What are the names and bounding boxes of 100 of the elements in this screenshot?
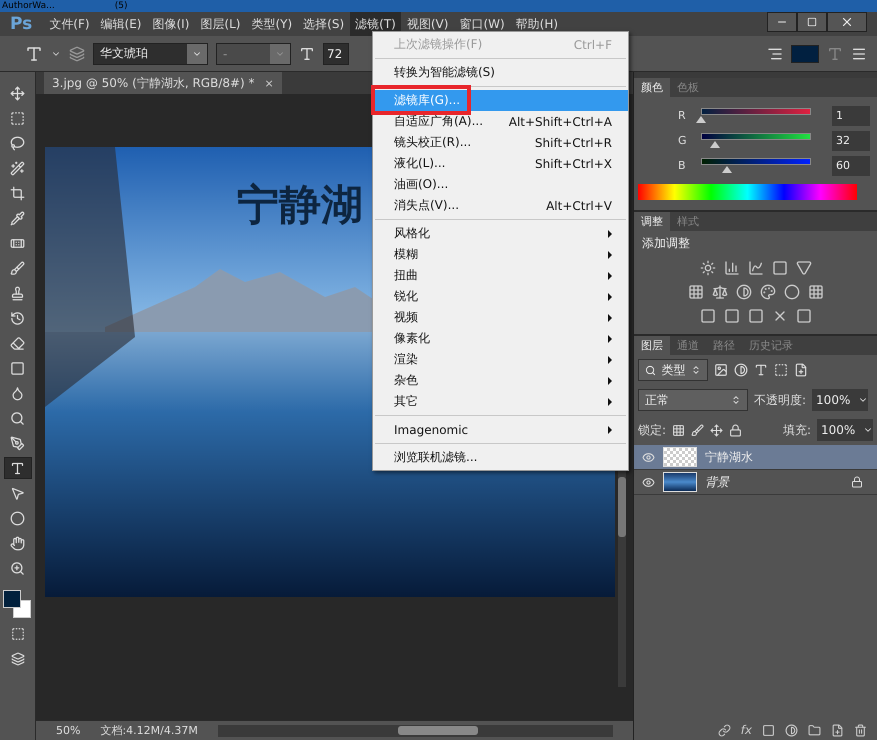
triangle-icon[interactable] [796,260,812,276]
type-icon[interactable] [25,44,43,62]
submenu-arrow-icon [608,426,612,434]
eye-icon[interactable] [642,450,655,464]
brush-icon[interactable] [691,424,704,436]
close-icon[interactable]: × [264,76,274,90]
slider-thumb[interactable] [710,140,720,148]
new-layer-icon[interactable] [831,724,844,736]
menu-item[interactable]: 风格化 [373,223,628,244]
channel-value-field[interactable]: 60 [832,156,870,176]
slider-thumb[interactable] [722,166,732,172]
menu-item[interactable]: 油画(O)... [373,174,628,195]
font-family-dropdown[interactable]: 华文琥珀 [93,42,208,64]
histogram-icon[interactable] [724,260,740,276]
color-spectrum[interactable] [638,184,857,200]
square-icon[interactable] [724,308,740,324]
menu-item[interactable]: 渲染 [373,349,628,370]
image-icon[interactable] [714,363,728,377]
layer-row[interactable]: 背景 [634,470,877,495]
canvas-text: 宁静湖 [237,179,363,231]
opacity-field[interactable]: 100% [812,389,868,411]
stepper-icon [731,395,741,405]
menu-item[interactable]: 图层(L) [195,12,246,36]
layer-name: 宁静湖水 [705,448,754,466]
shape-icon[interactable] [774,363,788,377]
menu-item[interactable]: 液化(L)... Shift+Ctrl+X [373,153,628,174]
move-icon[interactable] [710,424,724,436]
menu-item[interactable]: 其它 [373,391,628,412]
menu-item[interactable]: 模糊 [373,244,628,265]
font-size-icon [299,46,315,62]
close-button[interactable] [827,12,867,32]
channel-value-field[interactable]: 1 [832,106,870,126]
folder-icon[interactable] [808,724,821,736]
submenu-arrow-icon [608,230,612,238]
trash-icon[interactable] [854,724,867,736]
channel-label: R [678,109,687,122]
half-circle-icon[interactable] [734,363,748,377]
fx-button[interactable]: fx [740,723,752,737]
half-circle-icon[interactable] [785,724,798,736]
menu-item[interactable]: 消失点(V)... Alt+Ctrl+V [373,195,628,216]
square-icon[interactable] [796,308,812,324]
font-size-field[interactable]: 72 [323,42,349,64]
close-icon [840,15,854,29]
square-icon[interactable] [748,308,764,324]
file-icon[interactable] [794,363,808,377]
submenu-arrow-icon [608,334,612,342]
panel-title: 添加调整 [641,235,691,252]
square-icon[interactable] [700,308,716,324]
menu-item[interactable]: 选择(S) [298,12,350,36]
panel-tab[interactable]: 调整 [634,212,670,231]
link-icon[interactable] [718,724,731,736]
layer-thumbnail [663,447,697,467]
panel-tab[interactable]: 图层 [634,336,670,355]
document-tab[interactable]: 3.jpg @ 50% (宁静湖水, RGB/8#) * × [44,72,282,94]
menu-item[interactable]: 自适应广角(A)... Alt+Shift+Ctrl+A [373,111,628,132]
slider-thumb[interactable] [696,116,706,122]
layer-row[interactable]: 宁静湖水 [634,445,877,470]
menu-item[interactable]: 转换为智能滤镜(S) [373,62,628,83]
zoom-level: 50% [56,724,80,737]
menu-item[interactable]: 类型(Y) [246,12,298,36]
document-size: 文档:4.12M/4.37M [100,723,198,738]
curve-icon[interactable] [748,260,764,276]
type-icon[interactable] [4,457,32,479]
layer-filter-dropdown[interactable]: 类型 [638,359,708,381]
menu-item[interactable]: 编辑(E) [96,12,146,36]
menu-item[interactable]: 图像(I) [148,12,194,36]
menu-item[interactable]: 像素化 [373,328,628,349]
eye-icon[interactable] [642,476,655,488]
grid-icon[interactable] [808,284,824,300]
channel-value-field[interactable]: 32 [832,130,870,150]
menu-item[interactable]: 视频 [373,307,628,328]
menu-item[interactable]: Imagenomic [373,419,628,440]
blend-mode-dropdown[interactable]: 正常 [638,389,748,411]
scale-icon[interactable] [712,284,728,300]
panel-icon[interactable] [851,46,867,62]
menu-item[interactable]: 杂色 [373,370,628,391]
stepper-icon [691,365,701,375]
menu-item[interactable]: 镜头校正(R)... Shift+Ctrl+R [373,132,628,153]
lock-icon[interactable] [729,424,742,436]
square-icon [807,17,817,27]
taskbar-item: (5) [114,0,128,12]
palette-icon[interactable] [760,284,776,300]
panel-tab[interactable]: 颜色 [634,78,670,97]
menu-item[interactable]: 浏览联机滤镜... [373,447,628,468]
submenu-arrow-icon [608,398,612,406]
sun-icon[interactable] [700,260,716,276]
menu-item[interactable]: 扭曲 [373,265,628,286]
type-icon[interactable] [754,363,768,377]
maximize-button[interactable] [797,12,827,32]
align-icon[interactable] [767,46,783,62]
submenu-arrow-icon [608,250,612,258]
fill-field[interactable]: 100% [817,419,873,441]
submenu-arrow-icon [608,356,612,364]
submenu-arrow-icon [608,376,612,384]
horizontal-scrollbar[interactable] [218,724,613,736]
text-color-swatch[interactable] [791,44,819,62]
menu-item[interactable]: 锐化 [373,286,628,307]
menu-item[interactable]: 文件(F) [44,12,95,36]
color-swatches-drawing[interactable] [2,590,32,620]
channel-label: B [678,159,687,172]
